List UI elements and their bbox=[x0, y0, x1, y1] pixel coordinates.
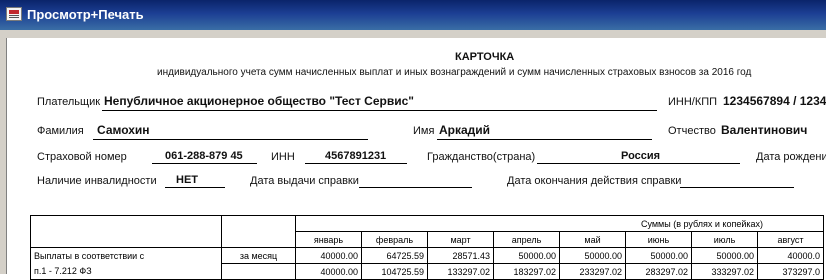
value-cell: 233297.02 bbox=[559, 263, 626, 280]
birth-date-label: Дата рождени bbox=[756, 151, 826, 163]
inn-value: 4567891231 bbox=[325, 150, 387, 162]
month-header: январь bbox=[295, 231, 362, 248]
inn-kpp-label: ИНН/КПП bbox=[668, 96, 718, 108]
value-cell: 50000.00 bbox=[625, 247, 692, 264]
title-bar: Просмотр+Печать bbox=[0, 0, 826, 30]
month-header: май bbox=[559, 231, 626, 248]
toolbar-strip bbox=[0, 30, 826, 38]
patronymic-label: Отчество bbox=[668, 125, 716, 137]
value-cell: 50000.00 bbox=[691, 247, 758, 264]
value-cell: 40000.0 bbox=[757, 247, 824, 264]
sums-header-row: Суммы (в рублях и копейках) bbox=[30, 215, 824, 248]
month-header: июль bbox=[691, 231, 758, 248]
print-preview-icon[interactable] bbox=[6, 7, 22, 21]
value-cell: 28571.43 bbox=[427, 247, 494, 264]
month-header: апрель bbox=[493, 231, 560, 248]
name-label: Имя bbox=[413, 125, 435, 137]
surname-label: Фамилия bbox=[37, 125, 84, 137]
inn-underline bbox=[305, 163, 407, 164]
table-row: Выплаты в соответствии с за месяц 40000.… bbox=[30, 247, 824, 264]
value-cell: 50000.00 bbox=[559, 247, 626, 264]
value-cell: 183297.02 bbox=[493, 263, 560, 280]
inn-label: ИНН bbox=[271, 151, 295, 163]
cert-end-date-label: Дата окончания действия справки bbox=[507, 175, 682, 187]
value-cell: 333297.02 bbox=[691, 263, 758, 280]
disability-label: Наличие инвалидности bbox=[37, 175, 157, 187]
sums-header: Суммы (в рублях и копейках) bbox=[295, 215, 824, 232]
month-header: март bbox=[427, 231, 494, 248]
insurance-number-label: Страховой номер bbox=[37, 151, 127, 163]
table-row: п.1 - 7.212 ФЗ 40000.00 104725.59 133297… bbox=[30, 263, 824, 280]
patronymic-value: Валентинович bbox=[721, 123, 808, 137]
cert-issue-date-label: Дата выдачи справки bbox=[250, 175, 359, 187]
card-subtitle: индивидуального учета сумм начисленных в… bbox=[157, 67, 752, 78]
value-cell: 373297.0 bbox=[757, 263, 824, 280]
value-cell: 40000.00 bbox=[295, 263, 362, 280]
value-cell: 50000.00 bbox=[493, 247, 560, 264]
insurance-number-value: 061-288-879 45 bbox=[165, 150, 243, 162]
row-label: Выплаты в соответствии с bbox=[30, 247, 222, 264]
cert-issue-date-field bbox=[359, 187, 472, 188]
inn-kpp-value: 1234567894 / 1234 bbox=[723, 94, 826, 108]
name-underline bbox=[437, 139, 652, 140]
payer-underline bbox=[102, 110, 657, 111]
month-header: август bbox=[757, 231, 824, 248]
insurance-number-underline bbox=[152, 163, 257, 164]
value-cell: 283297.02 bbox=[625, 263, 692, 280]
value-cell: 64725.59 bbox=[361, 247, 428, 264]
value-cell: 133297.02 bbox=[427, 263, 494, 280]
cert-end-date-field bbox=[680, 187, 794, 188]
label-header-cell bbox=[30, 215, 222, 248]
citizenship-value: Россия bbox=[621, 150, 661, 162]
payer-label: Плательщик bbox=[37, 96, 101, 108]
window-title: Просмотр+Печать bbox=[27, 7, 144, 22]
disability-underline bbox=[165, 187, 225, 188]
period-header-cell bbox=[221, 215, 296, 248]
row-period: за месяц bbox=[221, 247, 296, 264]
row-label: п.1 - 7.212 ФЗ bbox=[30, 263, 222, 280]
month-header: февраль bbox=[361, 231, 428, 248]
payments-table: Суммы (в рублях и копейках) январь февра… bbox=[30, 215, 824, 280]
payer-value: Непубличное акционерное общество "Тест С… bbox=[104, 94, 414, 108]
citizenship-underline bbox=[537, 163, 740, 164]
month-header: июнь bbox=[625, 231, 692, 248]
surname-underline bbox=[93, 139, 368, 140]
disability-value: НЕТ bbox=[176, 174, 198, 186]
value-cell: 104725.59 bbox=[361, 263, 428, 280]
surname-value: Самохин bbox=[97, 123, 150, 137]
citizenship-label: Гражданство(страна) bbox=[427, 151, 536, 163]
name-value: Аркадий bbox=[439, 123, 491, 137]
card-title: КАРТОЧКА bbox=[455, 51, 515, 63]
row-period bbox=[221, 263, 296, 280]
value-cell: 40000.00 bbox=[295, 247, 362, 264]
